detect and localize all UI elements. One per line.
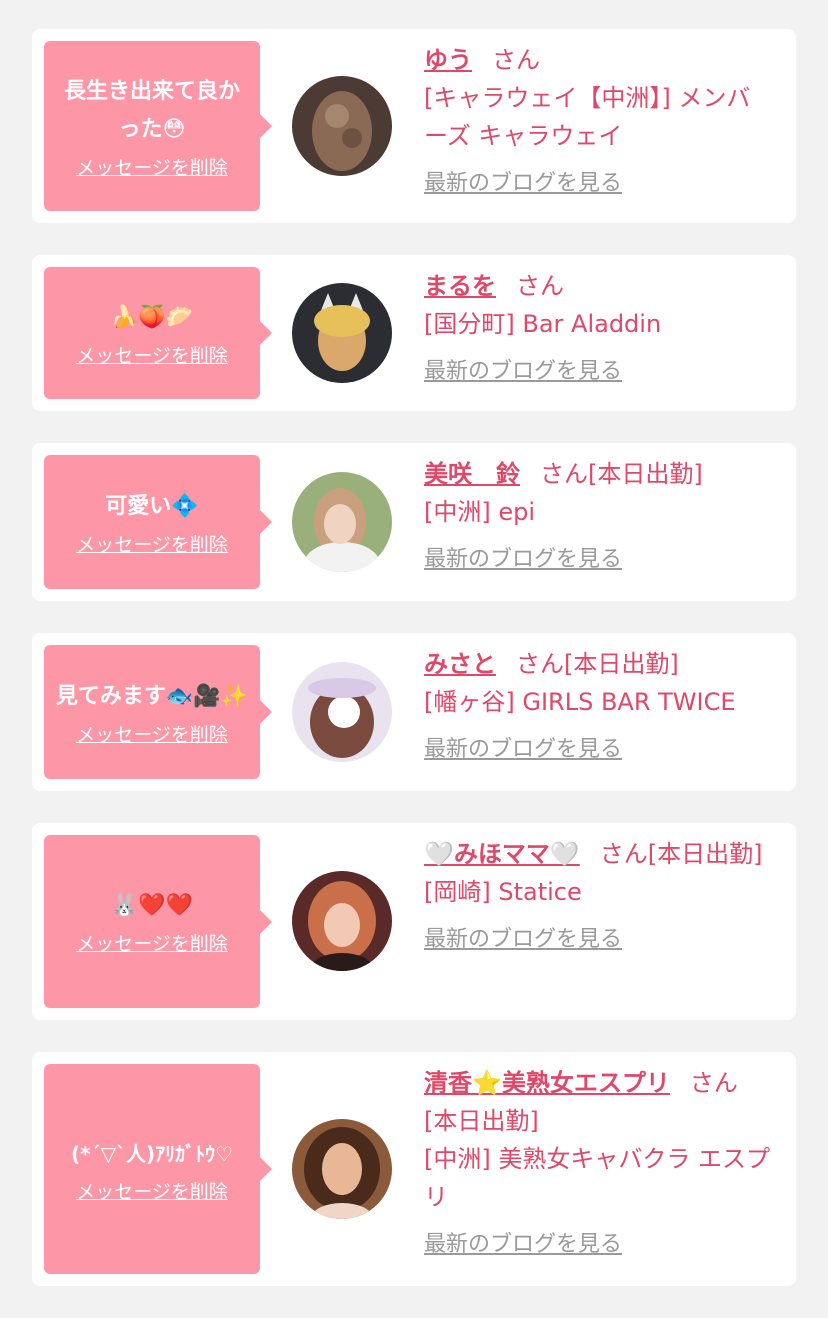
message-card: 🐰❤️❤️ メッセージを削除 🤍みほママ🤍 さん[本日出勤] [岡崎] Stati… xyxy=(32,823,796,1020)
shop-name: [キャラウェイ【中洲】] メンバーズ キャラウェイ xyxy=(424,84,751,150)
message-text: 長生き出来て良かった😳 xyxy=(63,78,240,142)
status-badge: [本日出勤] xyxy=(588,460,703,488)
delete-message-link[interactable]: メッセージを削除 xyxy=(76,341,228,368)
message-text: 🐰❤️❤️ xyxy=(110,893,194,918)
shop-name: [幡ヶ谷] GIRLS BAR TWICE xyxy=(424,688,736,716)
profile-info: まるを さん [国分町] Bar Aladdin 最新のブログを見る xyxy=(424,267,774,391)
latest-blog-link[interactable]: 最新のブログを見る xyxy=(424,165,774,203)
profile-info: 🤍みほママ🤍 さん[本日出勤] [岡崎] Statice 最新のブログを見る xyxy=(424,835,774,959)
avatar[interactable] xyxy=(292,1119,392,1219)
latest-blog-link[interactable]: 最新のブログを見る xyxy=(424,921,774,959)
avatar[interactable] xyxy=(292,76,392,176)
user-name-link[interactable]: みさと xyxy=(424,650,496,678)
message-bubble: 🐰❤️❤️ メッセージを削除 xyxy=(44,835,272,1008)
delete-message-link[interactable]: メッセージを削除 xyxy=(76,153,228,180)
user-name-link[interactable]: ゆう xyxy=(424,46,472,74)
avatar[interactable] xyxy=(292,871,392,971)
honorific: さん xyxy=(516,650,564,678)
honorific: さん xyxy=(599,840,648,868)
message-bubble: 見てみます🐟🎥✨ メッセージを削除 xyxy=(44,645,272,779)
message-text: 🍌🍑🥟 xyxy=(110,304,194,330)
message-bubble: 可愛い💠 メッセージを削除 xyxy=(44,455,272,589)
profile-info: 清香⭐️美熟女エスプリ さん [本日出勤] [中洲] 美熟女キャバクラ エスプリ … xyxy=(424,1064,774,1264)
latest-blog-link[interactable]: 最新のブログを見る xyxy=(424,1226,774,1264)
message-card: (*´▽`人)ｱﾘｶﾞﾄｳ♡ メッセージを削除 清香⭐️美熟女エスプリ さん [本… xyxy=(32,1052,796,1286)
honorific: さん xyxy=(516,272,564,300)
status-badge: [本日出勤] xyxy=(564,650,679,678)
status-badge: [本日出勤] xyxy=(424,1107,539,1135)
latest-blog-link[interactable]: 最新のブログを見る xyxy=(424,353,774,391)
message-card: 見てみます🐟🎥✨ メッセージを削除 みさと さん[本日出勤] [幡ヶ谷] GIRL… xyxy=(32,633,796,791)
latest-blog-link[interactable]: 最新のブログを見る xyxy=(424,731,774,769)
honorific: さん xyxy=(540,460,588,488)
message-text: (*´▽`人)ｱﾘｶﾞﾄｳ♡ xyxy=(70,1141,234,1166)
message-card: 🍌🍑🥟 メッセージを削除 まるを さん [国分町] Bar Aladdin 最新の… xyxy=(32,255,796,411)
avatar[interactable] xyxy=(292,662,392,762)
honorific: さん xyxy=(492,46,540,74)
latest-blog-link[interactable]: 最新のブログを見る xyxy=(424,541,774,579)
profile-info: 美咲 鈴さん[本日出勤] [中洲] epi 最新のブログを見る xyxy=(424,455,774,579)
delete-message-link[interactable]: メッセージを削除 xyxy=(76,720,228,747)
message-bubble: 長生き出来て良かった😳 メッセージを削除 xyxy=(44,41,272,211)
profile-info: みさと さん[本日出勤] [幡ヶ谷] GIRLS BAR TWICE 最新のブログ… xyxy=(424,645,774,769)
delete-message-link[interactable]: メッセージを削除 xyxy=(76,530,228,557)
message-bubble: 🍌🍑🥟 メッセージを削除 xyxy=(44,267,272,399)
message-text: 見てみます🐟🎥✨ xyxy=(55,683,249,709)
user-name-link[interactable]: 🤍みほママ🤍 xyxy=(424,840,580,868)
user-name-link[interactable]: 美咲 鈴 xyxy=(424,460,520,488)
message-text: 可愛い💠 xyxy=(105,493,199,519)
honorific: さん xyxy=(689,1069,738,1097)
shop-name: [国分町] Bar Aladdin xyxy=(424,310,662,338)
profile-info: ゆう さん [キャラウェイ【中洲】] メンバーズ キャラウェイ 最新のブログを見る xyxy=(424,41,774,203)
message-card: 長生き出来て良かった😳 メッセージを削除 ゆう さん [キャラウェイ【中洲】] メ… xyxy=(32,29,796,223)
user-name-link[interactable]: まるを xyxy=(424,272,496,300)
user-name-link[interactable]: 清香⭐️美熟女エスプリ xyxy=(424,1069,670,1097)
status-badge: [本日出勤] xyxy=(647,840,763,868)
avatar[interactable] xyxy=(292,283,392,383)
message-card: 可愛い💠 メッセージを削除 美咲 鈴さん[本日出勤] [中洲] epi 最新のブ… xyxy=(32,443,796,601)
message-bubble: (*´▽`人)ｱﾘｶﾞﾄｳ♡ メッセージを削除 xyxy=(44,1064,272,1274)
shop-name: [中洲] epi xyxy=(424,498,536,526)
delete-message-link[interactable]: メッセージを削除 xyxy=(76,1177,228,1204)
delete-message-link[interactable]: メッセージを削除 xyxy=(76,929,228,956)
shop-name: [中洲] 美熟女キャバクラ エスプリ xyxy=(424,1145,770,1211)
shop-name: [岡崎] Statice xyxy=(424,878,582,906)
avatar[interactable] xyxy=(292,472,392,572)
